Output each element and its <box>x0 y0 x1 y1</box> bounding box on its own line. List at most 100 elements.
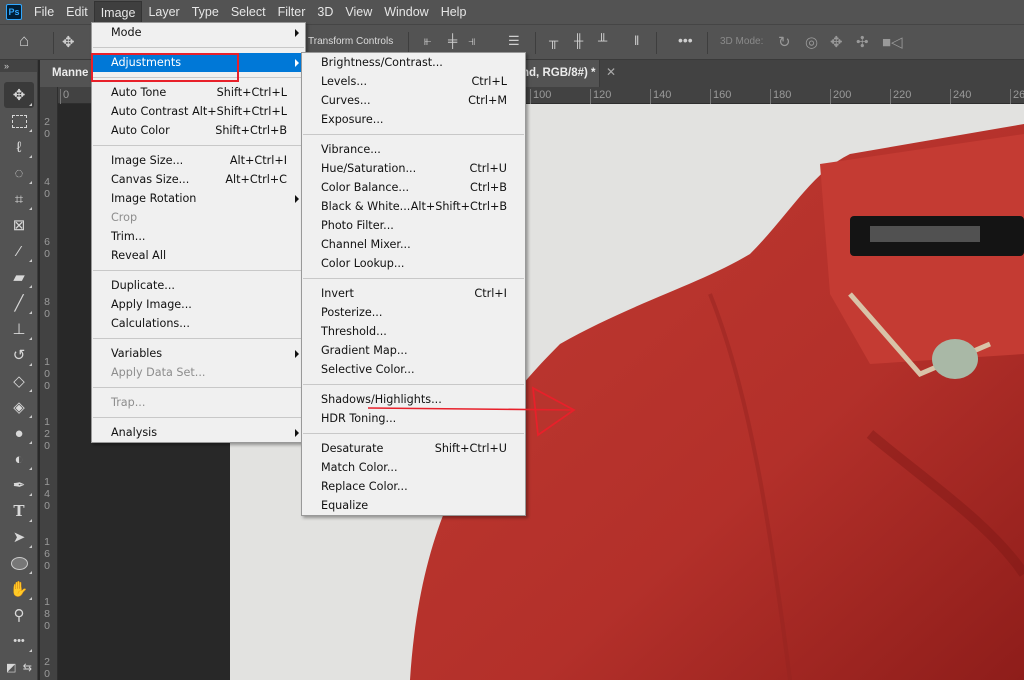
adjustments-selective-color[interactable]: Selective Color... <box>302 360 525 379</box>
vertical-ruler[interactable]: 20 40 60 80 100 120 140 160 180 20 <box>40 87 58 680</box>
blur-tool[interactable]: ● <box>4 420 34 446</box>
menu-item-label: Trim... <box>111 230 146 243</box>
arrow-cursor-icon: ➤ <box>12 529 26 546</box>
clone-stamp-tool[interactable]: ⊥ <box>4 316 34 342</box>
marquee-tool[interactable] <box>4 108 34 134</box>
adjustments-threshold[interactable]: Threshold... <box>302 322 525 341</box>
menu-file[interactable]: File <box>28 1 60 23</box>
roll-3d-icon[interactable]: ◎ <box>805 33 818 51</box>
zoom-tool[interactable]: ⚲ <box>4 602 34 628</box>
history-brush-tool[interactable]: ↺ <box>4 342 34 368</box>
menu-type[interactable]: Type <box>186 1 225 23</box>
pan-3d-icon[interactable]: ✥ <box>830 33 843 51</box>
menu-filter[interactable]: Filter <box>272 1 312 23</box>
adjustments-photo-filter[interactable]: Photo Filter... <box>302 216 525 235</box>
image-menu-variables[interactable]: Variables <box>92 344 305 363</box>
align-center-icon[interactable]: ╪ <box>448 33 457 48</box>
image-menu-trim[interactable]: Trim... <box>92 227 305 246</box>
slide-3d-icon[interactable]: ✣ <box>856 33 869 51</box>
adjustments-equalize[interactable]: Equalize <box>302 496 525 515</box>
eraser-tool[interactable]: ◇ <box>4 368 34 394</box>
menu-3d[interactable]: 3D <box>311 1 339 23</box>
move-tool[interactable]: ✥ <box>4 82 34 108</box>
image-menu-canvas-size[interactable]: Canvas Size... Alt+Ctrl+C <box>92 170 305 189</box>
image-menu-apply-image[interactable]: Apply Image... <box>92 295 305 314</box>
close-icon[interactable]: ✕ <box>606 65 616 79</box>
adjustments-curves[interactable]: Curves... Ctrl+M <box>302 91 525 110</box>
ruler-label: 100 <box>44 356 50 392</box>
adjustments-exposure[interactable]: Exposure... <box>302 110 525 129</box>
distribute-icon[interactable]: ☰ <box>508 33 520 49</box>
ellipse-tool[interactable] <box>4 550 34 576</box>
dodge-tool[interactable]: ◐ <box>4 446 34 472</box>
type-tool[interactable]: T <box>4 498 34 524</box>
path-selection-tool[interactable]: ➤ <box>4 524 34 550</box>
align-right-icon[interactable]: ⫣ <box>468 33 476 49</box>
adjustments-replace-color[interactable]: Replace Color... <box>302 477 525 496</box>
menu-image[interactable]: Image <box>93 1 143 23</box>
frame-tool[interactable]: ⊠ <box>4 212 34 238</box>
image-menu-image-size[interactable]: Image Size... Alt+Ctrl+I <box>92 151 305 170</box>
adjustments-match-color[interactable]: Match Color... <box>302 458 525 477</box>
adjustments-desaturate[interactable]: Desaturate Shift+Ctrl+U <box>302 439 525 458</box>
adjustments-channel-mixer[interactable]: Channel Mixer... <box>302 235 525 254</box>
edit-toolbar[interactable]: ••• <box>4 628 34 654</box>
menu-window[interactable]: Window <box>378 1 434 23</box>
quick-selection-tool[interactable]: ◌ <box>4 160 34 186</box>
adjustments-hue-saturation[interactable]: Hue/Saturation... Ctrl+U <box>302 159 525 178</box>
lasso-tool[interactable]: ℓ <box>4 134 34 160</box>
image-menu-duplicate[interactable]: Duplicate... <box>92 276 305 295</box>
pen-tool[interactable]: ✒ <box>4 472 34 498</box>
adjustments-posterize[interactable]: Posterize... <box>302 303 525 322</box>
menu-item-label: Adjustments <box>111 56 182 69</box>
panel-grip[interactable] <box>0 72 37 82</box>
menu-edit[interactable]: Edit <box>60 1 94 23</box>
align-bottom-icon[interactable]: ╨ <box>598 33 607 48</box>
image-menu-auto-contrast[interactable]: Auto Contrast Alt+Shift+Ctrl+L <box>92 102 305 121</box>
camera-3d-icon[interactable]: ■◁ <box>882 33 903 51</box>
move-icon[interactable]: ✥ <box>62 33 75 51</box>
align-top-icon[interactable]: ╥ <box>549 33 558 48</box>
align-left-icon[interactable]: ⫦ <box>424 33 431 49</box>
image-menu-reveal-all[interactable]: Reveal All <box>92 246 305 265</box>
default-colors-icon[interactable]: ◩ <box>6 661 16 674</box>
image-menu-adjustments[interactable]: Adjustments <box>92 53 305 72</box>
orbit-3d-icon[interactable]: ↻ <box>778 33 791 51</box>
menu-help[interactable]: Help <box>435 1 473 23</box>
adjustments-black-white[interactable]: Black & White... Alt+Shift+Ctrl+B <box>302 197 525 216</box>
crop-tool[interactable]: ⌗ <box>4 186 34 212</box>
menu-select[interactable]: Select <box>225 1 272 23</box>
adjustments-color-balance[interactable]: Color Balance... Ctrl+B <box>302 178 525 197</box>
transform-controls-label[interactable]: Transform Controls <box>308 36 393 47</box>
healing-brush-tool[interactable]: ▰ <box>4 264 34 290</box>
image-menu-image-rotation[interactable]: Image Rotation <box>92 189 305 208</box>
adjustments-levels[interactable]: Levels... Ctrl+L <box>302 72 525 91</box>
hand-tool[interactable]: ✋ <box>4 576 34 602</box>
distribute-vertical-icon[interactable]: ‖ <box>634 33 639 48</box>
adjustments-hdr-toning[interactable]: HDR Toning... <box>302 409 525 428</box>
image-menu-mode[interactable]: Mode <box>92 23 305 42</box>
paint-bucket-tool[interactable]: ◈ <box>4 394 34 420</box>
adjustments-gradient-map[interactable]: Gradient Map... <box>302 341 525 360</box>
home-icon[interactable]: ⌂ <box>19 31 29 51</box>
adjustments-brightness-contrast[interactable]: Brightness/Contrast... <box>302 53 525 72</box>
adjustments-color-lookup[interactable]: Color Lookup... <box>302 254 525 273</box>
align-middle-icon[interactable]: ╫ <box>574 33 583 48</box>
adjustments-vibrance[interactable]: Vibrance... <box>302 140 525 159</box>
image-menu-auto-color[interactable]: Auto Color Shift+Ctrl+B <box>92 121 305 140</box>
image-menu-auto-tone[interactable]: Auto Tone Shift+Ctrl+L <box>92 83 305 102</box>
image-menu-calculations[interactable]: Calculations... <box>92 314 305 333</box>
swap-colors-icon[interactable]: ⇆ <box>23 661 32 674</box>
adjustments-shadows-highlights[interactable]: Shadows/Highlights... <box>302 390 525 409</box>
menu-view[interactable]: View <box>339 1 378 23</box>
crop-icon: ⌗ <box>14 190 24 208</box>
image-menu-apply-data-set: Apply Data Set... <box>92 363 305 382</box>
menu-layer[interactable]: Layer <box>142 1 185 23</box>
image-menu-analysis[interactable]: Analysis <box>92 423 305 442</box>
collapse-panel-icon[interactable]: » <box>0 60 37 72</box>
adjustments-invert[interactable]: Invert Ctrl+I <box>302 284 525 303</box>
eyedropper-tool[interactable]: ⁄ <box>4 238 34 264</box>
color-swatches[interactable]: ◩ ⇆ <box>4 654 34 680</box>
ellipsis-icon[interactable]: ••• <box>678 32 693 48</box>
brush-tool[interactable]: ╱ <box>4 290 34 316</box>
